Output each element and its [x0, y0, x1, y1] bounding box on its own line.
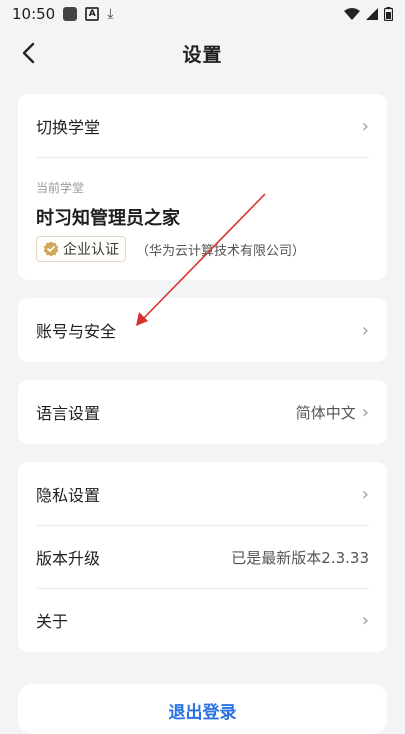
current-school-name: 时习知管理员之家 — [36, 208, 180, 229]
certification-row: 企业认证 （华为云计算技术有限公司） — [36, 236, 305, 262]
battery-icon — [384, 7, 393, 21]
enterprise-cert-badge: 企业认证 — [36, 236, 126, 262]
divider — [36, 157, 369, 158]
language-card: 语言设置 简体中文 › — [18, 380, 387, 444]
app-a-icon: A — [85, 7, 100, 21]
status-bar: 10:50 A ⤓ — [0, 0, 405, 28]
divider — [36, 525, 369, 526]
account-security-row[interactable]: 账号与安全 › — [36, 318, 369, 342]
status-left: 10:50 A ⤓ — [12, 5, 113, 23]
company-name: （华为云计算技术有限公司） — [136, 243, 306, 259]
account-security-label: 账号与安全 — [36, 322, 117, 341]
status-time: 10:50 — [12, 5, 56, 23]
misc-settings-card: 隐私设置 › 版本升级 已是最新版本2.3.33 关于 › — [18, 462, 387, 652]
chevron-right-icon: › — [361, 401, 369, 423]
logout-button[interactable]: 退出登录 — [18, 684, 387, 734]
back-button[interactable] — [14, 38, 42, 68]
status-right — [344, 7, 393, 21]
logout-label: 退出登录 — [168, 703, 237, 723]
school-card: 切换学堂 › 当前学堂 时习知管理员之家 企业认证 （华为云计算技术有限公司） — [18, 94, 387, 280]
version-upgrade-label: 版本升级 — [36, 549, 101, 568]
chevron-right-icon: › — [361, 115, 369, 137]
wifi-icon — [344, 8, 360, 20]
language-value: 简体中文 — [295, 403, 356, 422]
chevron-right-icon: › — [361, 609, 369, 631]
page-title: 设置 — [182, 43, 223, 66]
switch-school-label: 切换学堂 — [36, 118, 101, 137]
privacy-settings-label: 隐私设置 — [36, 486, 101, 505]
notification-icon — [63, 7, 78, 21]
current-school-label: 当前学堂 — [36, 181, 85, 195]
chevron-right-icon: › — [361, 319, 369, 341]
page-header: 设置 — [0, 30, 405, 76]
chevron-right-icon: › — [361, 483, 369, 505]
switch-school-row[interactable]: 切换学堂 › — [36, 114, 369, 138]
version-status: 已是最新版本2.3.33 — [231, 548, 369, 567]
download-icon: ⤓ — [107, 6, 114, 22]
privacy-settings-row[interactable]: 隐私设置 › — [36, 482, 369, 506]
version-upgrade-row[interactable]: 版本升级 已是最新版本2.3.33 — [36, 545, 369, 569]
divider — [36, 588, 369, 589]
language-settings-row[interactable]: 语言设置 简体中文 › — [36, 400, 369, 424]
account-card: 账号与安全 › — [18, 298, 387, 362]
about-row[interactable]: 关于 › — [36, 608, 369, 632]
back-arrow-icon — [22, 42, 35, 64]
about-label: 关于 — [36, 612, 69, 631]
cert-badge-label: 企业认证 — [63, 242, 119, 258]
language-value-group: 简体中文 › — [296, 402, 369, 423]
language-settings-label: 语言设置 — [36, 404, 101, 423]
signal-icon — [366, 8, 378, 20]
verified-badge-icon — [43, 241, 59, 257]
